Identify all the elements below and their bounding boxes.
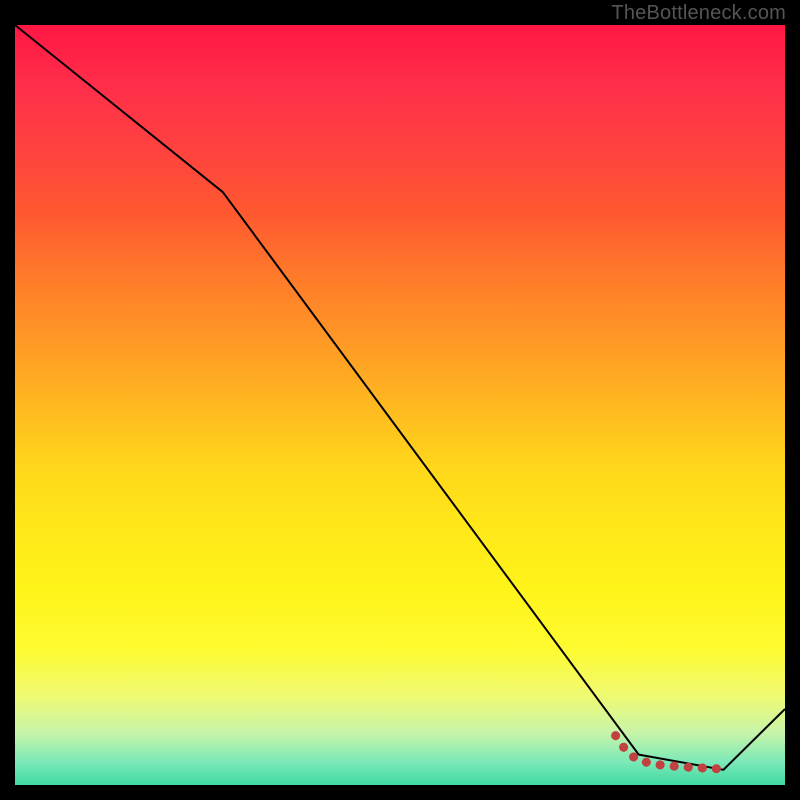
- chart-svg: [15, 25, 785, 785]
- chart-container: TheBottleneck.com: [0, 0, 800, 800]
- attribution-text: TheBottleneck.com: [611, 2, 786, 25]
- plot-area: [15, 25, 785, 785]
- series-black-curve: [15, 25, 785, 770]
- series-red-curve: [616, 736, 724, 769]
